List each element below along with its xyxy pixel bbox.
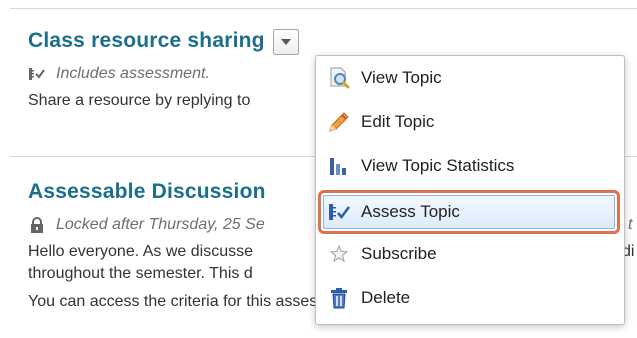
menu-item-label: Delete [361, 288, 411, 307]
top-divider [10, 8, 637, 9]
menu-item-subscribe[interactable]: Subscribe [316, 232, 624, 276]
topic-title-row: Class resource sharing [28, 26, 637, 56]
discussion-topics-page: Class resource sharing Includes assessme… [0, 0, 637, 338]
assessment-icon [28, 66, 46, 82]
star-icon [327, 242, 351, 266]
lock-icon [28, 217, 46, 233]
assessment-note-text: Includes assessment. [56, 65, 210, 82]
topic-title-link[interactable]: Class resource sharing [28, 29, 265, 53]
magnifier-page-icon [327, 66, 351, 90]
lock-note-text: Locked after Thursday, 25 Se [56, 216, 265, 233]
caret-down-icon [280, 39, 291, 45]
menu-item-label: View Topic Statistics [361, 156, 515, 175]
menu-item-assess-topic[interactable]: Assess Topic [318, 190, 620, 234]
trash-icon [327, 286, 351, 310]
menu-item-label: Assess Topic [361, 202, 460, 221]
description-line-1-text: Hello everyone. As we discusse [28, 243, 253, 260]
topic-title-link[interactable]: Assessable Discussion [28, 180, 266, 204]
menu-item-view-topic[interactable]: View Topic [316, 56, 624, 100]
lock-note-tail: t [628, 216, 633, 233]
pencil-icon [327, 110, 351, 134]
menu-item-delete[interactable]: Delete [316, 276, 624, 320]
menu-item-view-topic-statistics[interactable]: View Topic Statistics [316, 144, 624, 188]
menu-item-label: View Topic [361, 68, 442, 87]
topic-actions-menu: View Topic Edit Topic View Topic Statist… [315, 55, 625, 325]
topic-actions-dropdown-button[interactable] [272, 29, 299, 55]
menu-item-label: Subscribe [361, 244, 437, 263]
bar-chart-icon [327, 154, 351, 178]
menu-item-edit-topic[interactable]: Edit Topic [316, 100, 624, 144]
assess-checkmark-icon [327, 200, 351, 224]
menu-item-label: Edit Topic [361, 112, 435, 131]
